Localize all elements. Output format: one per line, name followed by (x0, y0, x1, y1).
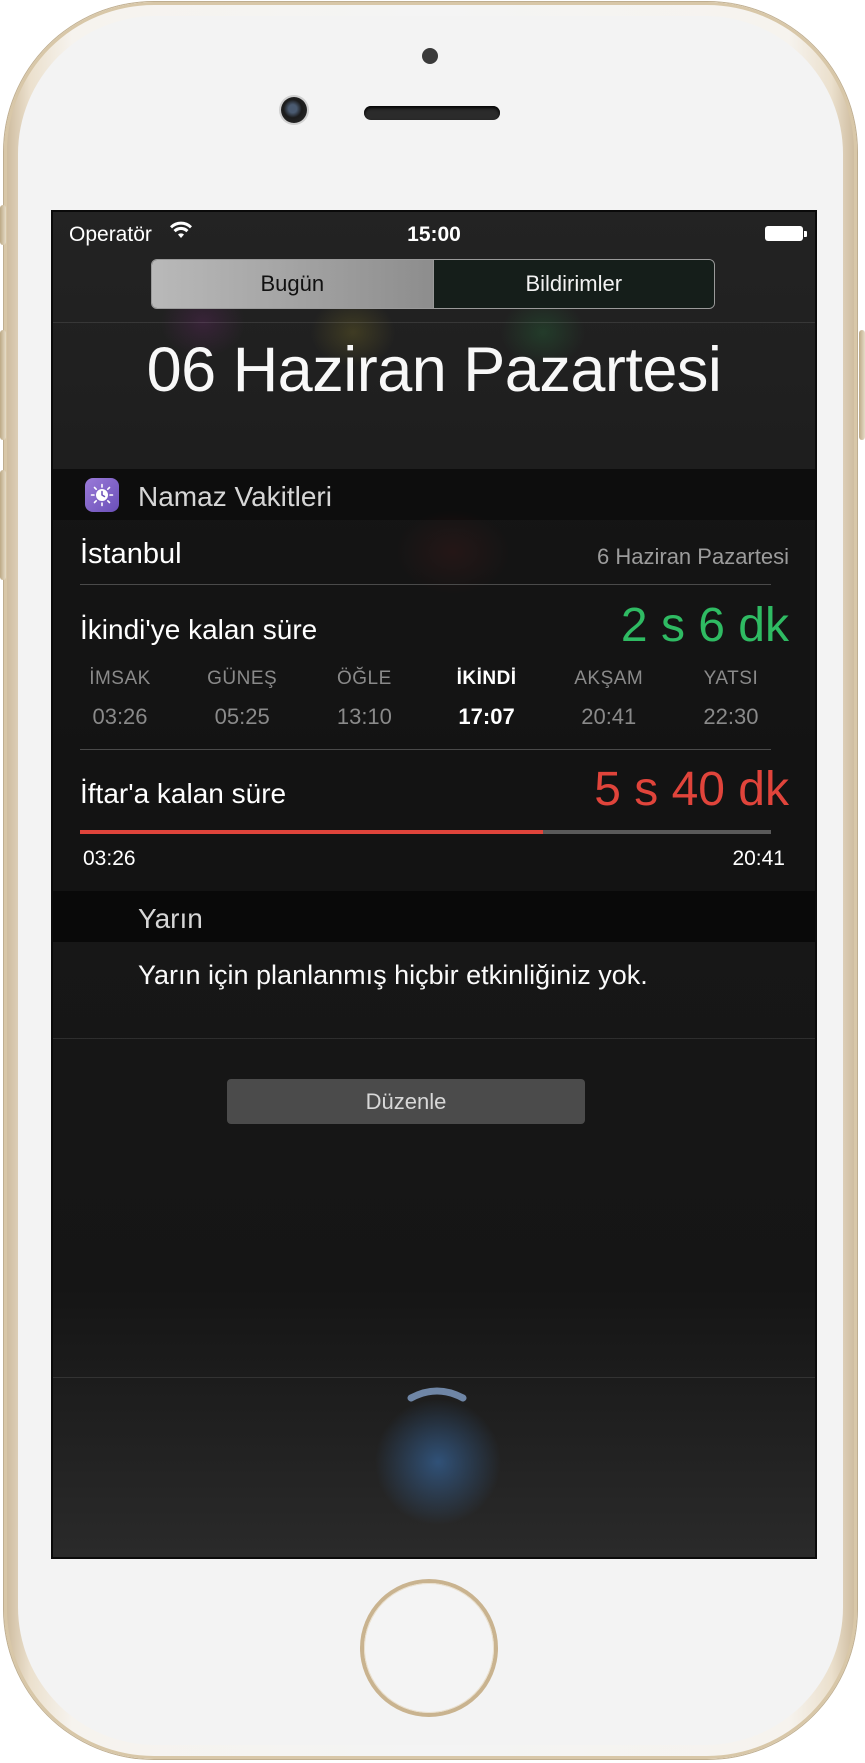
clock-icon (90, 483, 114, 507)
volume-up-button (0, 330, 6, 440)
divider (53, 1038, 815, 1039)
tomorrow-title: Yarın (138, 903, 203, 934)
prayer-name: İKİNDİ (456, 668, 517, 689)
date-heading: 06 Haziran Pazartesi (146, 335, 722, 405)
iftar-countdown: 5 s 40 dk (594, 763, 789, 816)
tomorrow-message: Yarın için planlanmış hiçbir etkinliğini… (138, 960, 648, 990)
prayer-name: İMSAK (89, 668, 151, 689)
prayer-time: 22:30 (703, 704, 759, 729)
front-camera (281, 97, 307, 123)
power-button (859, 330, 865, 440)
prayer-time: 13:10 (336, 704, 392, 729)
iftar-progress-fill (80, 830, 543, 834)
prayer-name: YATSI (703, 668, 759, 689)
prayer-time: 05:25 (214, 704, 270, 729)
divider (53, 1377, 815, 1378)
prayer-name: ÖĞLE (336, 668, 392, 689)
fast-end-time: 20:41 (732, 847, 785, 870)
app-icon (85, 478, 119, 512)
divider (53, 322, 815, 323)
divider (80, 584, 771, 585)
close-handle-icon[interactable] (407, 1382, 467, 1404)
volume-down-button (0, 470, 6, 580)
prayer-name: GÜNEŞ (207, 668, 278, 689)
proximity-sensor (422, 48, 438, 64)
screen: Operatör 15:00 Bugün Bildirimler 06 Hazi… (51, 210, 817, 1559)
battery-icon (765, 226, 807, 241)
prayer-time: 03:26 (92, 704, 148, 729)
prayer-time-yatsi: YATSI 22:30 (691, 668, 771, 730)
city-name: İstanbul (80, 538, 182, 570)
tab-today[interactable]: Bugün (152, 260, 433, 308)
prayer-time-gunes: GÜNEŞ 05:25 (202, 668, 282, 730)
prayer-time: 17:07 (458, 704, 515, 729)
widget-title: Namaz Vakitleri (138, 481, 332, 512)
prayer-time-ogle: ÖĞLE 13:10 (324, 668, 404, 730)
prayer-time-ikindi: İKİNDİ 17:07 (447, 668, 527, 730)
fast-start-time: 03:26 (83, 847, 136, 870)
next-prayer-countdown: 2 s 6 dk (620, 599, 789, 652)
prayer-times-widget[interactable]: İstanbul 6 Haziran Pazartesi İkindi'ye k… (53, 520, 815, 891)
view-switcher: Bugün Bildirimler (151, 259, 715, 309)
widget-header[interactable]: Namaz Vakitleri (53, 469, 815, 520)
tab-notifications[interactable]: Bildirimler (432, 260, 714, 308)
prayer-times-row: İMSAK 03:26 GÜNEŞ 05:25 ÖĞLE 13:10 İKİND… (80, 668, 771, 730)
home-button[interactable] (364, 1583, 494, 1713)
iftar-progress-bar (80, 830, 771, 834)
prayer-time-aksam: AKŞAM 20:41 (569, 668, 649, 730)
widget-date: 6 Haziran Pazartesi (597, 544, 789, 569)
divider (80, 749, 771, 750)
status-time: 15:00 (407, 223, 461, 246)
tomorrow-header: Yarın (53, 891, 815, 942)
edit-button[interactable]: Düzenle (227, 1079, 585, 1124)
prayer-name: AKŞAM (574, 668, 644, 689)
iftar-label: İftar'a kalan süre (80, 778, 287, 809)
earpiece-speaker (364, 106, 500, 120)
prayer-time-imsak: İMSAK 03:26 (80, 668, 160, 730)
mute-switch (0, 205, 6, 245)
next-prayer-label: İkindi'ye kalan süre (80, 614, 318, 645)
status-bar: Operatör 15:00 (53, 212, 815, 252)
prayer-time: 20:41 (581, 704, 637, 729)
